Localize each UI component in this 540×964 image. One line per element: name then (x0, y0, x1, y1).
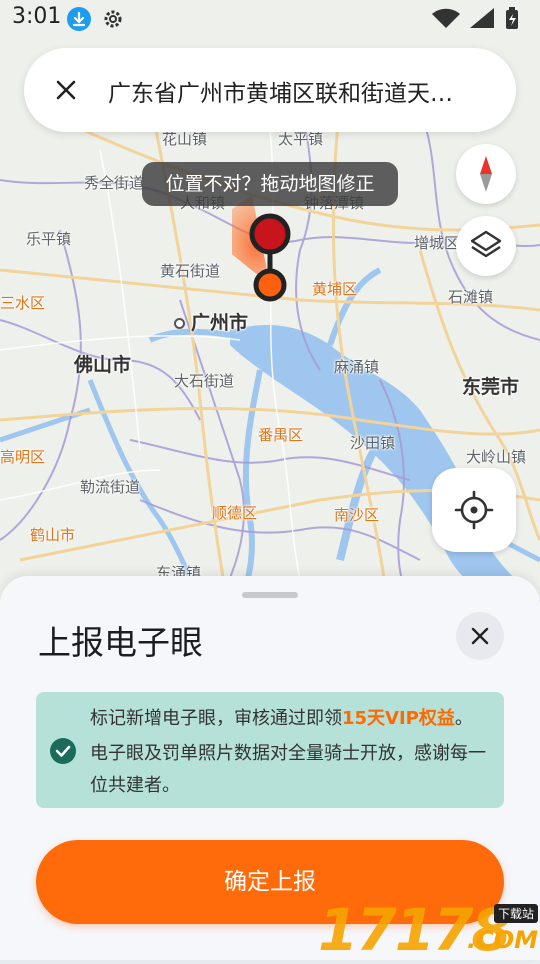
notice-body-text: 电子眼及罚单照片数据对全量骑士开放，感谢每一位共建者。 (90, 743, 486, 796)
map-label: 南沙区 (334, 506, 380, 524)
map-city-label: 广州市 (174, 308, 248, 335)
map-label: 大岭山镇 (466, 448, 527, 466)
gear-icon (100, 6, 126, 32)
layers-button[interactable] (456, 216, 516, 276)
location-pin-icon[interactable] (232, 190, 332, 310)
status-icons (430, 6, 530, 32)
map-label: 乐平镇 (26, 230, 72, 248)
close-icon[interactable] (52, 76, 80, 104)
map-city-label: 佛山市 (74, 354, 132, 376)
sheet-close-button[interactable] (456, 612, 504, 660)
map-label: 石滩镇 (448, 288, 494, 306)
watermark-suffix: .COM (466, 926, 538, 954)
city-dot-icon (174, 318, 185, 329)
layers-icon (470, 230, 502, 258)
sheet-title: 上报电子眼 (38, 623, 203, 662)
check-icon (50, 738, 76, 764)
compass-button[interactable] (456, 144, 516, 204)
map-label: 顺德区 (212, 504, 258, 522)
map-label: 秀全街道 (84, 174, 145, 192)
compass-icon (480, 156, 492, 192)
address-text[interactable]: 广东省广州市黄埔区联和街道天… (108, 74, 498, 108)
map-label: 沙田镇 (350, 434, 396, 452)
locate-icon (454, 490, 494, 530)
status-bar: 3:01 (0, 0, 540, 36)
map-label: 三水区 (0, 294, 46, 312)
map-city-name: 广州市 (191, 312, 249, 334)
address-bar[interactable]: 广东省广州市黄埔区联和街道天… (24, 48, 516, 132)
watermark-tag: 下载站 (493, 904, 538, 923)
map-label: 大石街道 (174, 372, 235, 390)
map-label: 麻涌镇 (334, 358, 380, 376)
signal-icon (470, 8, 494, 28)
notice-reward-text: 标记新增电子眼，审核通过即领15天VIP权益。 (90, 704, 473, 730)
download-icon (67, 7, 91, 31)
map-city-label: 东莞市 (462, 376, 520, 398)
map-label: 高明区 (0, 448, 46, 466)
watermark-logo: 17178 下载站 .COM (318, 896, 540, 964)
map-label: 番禺区 (258, 426, 304, 444)
map-label: 勒流街道 (80, 478, 141, 496)
status-time: 3:01 (12, 4, 62, 29)
map-label: 黄石街道 (160, 262, 221, 280)
notice-suffix: 。 (454, 708, 473, 729)
map-label: 鹤山市 (30, 526, 76, 544)
sheet-drag-handle[interactable] (242, 592, 298, 598)
notice-prefix: 标记新增电子眼，审核通过即领 (90, 708, 342, 729)
battery-icon (506, 7, 518, 29)
close-icon (471, 627, 489, 645)
map-label: 增城区 (414, 234, 460, 252)
notice-highlight: 15天VIP权益 (342, 708, 455, 729)
wifi-icon (432, 8, 460, 28)
locate-button[interactable] (432, 468, 516, 552)
drag-hint-tooltip: 位置不对？拖动地图修正 (142, 162, 398, 206)
notice-box: 标记新增电子眼，审核通过即领15天VIP权益。 电子眼及罚单照片数据对全量骑士开… (36, 692, 504, 808)
